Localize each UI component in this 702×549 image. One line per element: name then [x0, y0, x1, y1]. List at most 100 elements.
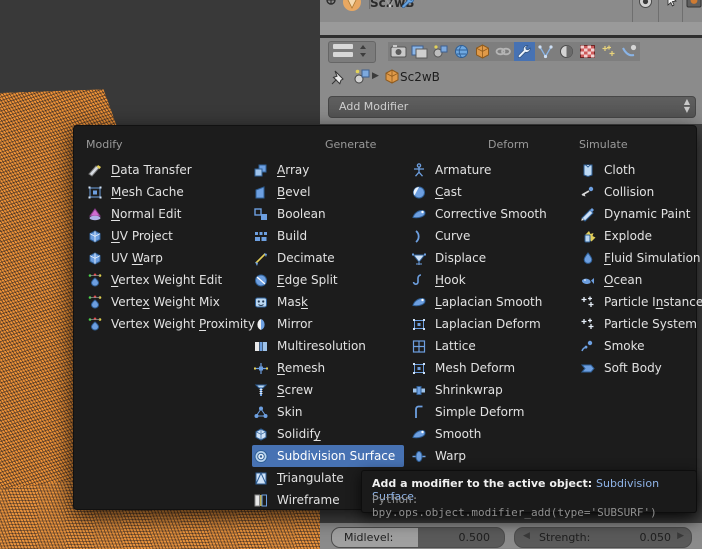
add-modifier-menu[interactable]: Modify Generate Deform Simulate Data Tra… [73, 125, 702, 510]
menu-item-particle-system[interactable]: Particle System [579, 313, 697, 335]
menu-item-build[interactable]: Build [252, 225, 404, 247]
menu-item-laplacian-deform[interactable]: Laplacian Deform [410, 313, 582, 335]
menu-item-remesh[interactable]: Remesh [252, 357, 404, 379]
menu-item-simple-deform[interactable]: Simple Deform [410, 401, 582, 423]
menu-item-label: Array [277, 163, 310, 177]
menu-item-ocean[interactable]: Ocean [579, 269, 695, 291]
menu-item-vertex-weight-proximity[interactable]: Vertex Weight Proximity [86, 313, 255, 335]
menu-item-edge-split[interactable]: Edge Split [252, 269, 404, 291]
strength-field[interactable]: ◀ Strength: 0.050 ▶ [514, 527, 692, 548]
tab-constraints[interactable] [493, 42, 514, 61]
menu-item-uv-warp[interactable]: UV Warp [86, 247, 246, 269]
wrench-icon[interactable] [400, 0, 418, 12]
menu-item-mirror[interactable]: Mirror [252, 313, 404, 335]
menu-item-curve[interactable]: Curve [410, 225, 582, 247]
menu-item-armature[interactable]: Armature [410, 159, 582, 181]
menu-item-label: Armature [435, 163, 492, 177]
simple-deform-icon [410, 404, 428, 420]
menu-item-label: Mirror [277, 317, 313, 331]
menu-item-particle-instance[interactable]: Particle Instance [579, 291, 702, 313]
pin-icon[interactable] [328, 68, 348, 88]
tab-modifiers[interactable] [514, 42, 535, 61]
midlevel-field[interactable]: Midlevel: 0.500 [331, 527, 505, 548]
menu-item-label: Smooth [435, 427, 482, 441]
visibility-eye-icon[interactable] [637, 0, 655, 11]
menu-item-multiresolution[interactable]: Multiresolution [252, 335, 404, 357]
breadcrumb-chevron-icon: ▶ [372, 71, 379, 81]
normal-edit-icon [86, 206, 104, 222]
breadcrumb-object-name: Sc2wB [400, 70, 440, 84]
tab-world[interactable] [451, 42, 472, 61]
menu-item-label: Decimate [277, 251, 335, 265]
menu-item-label: Vertex Weight Mix [111, 295, 220, 309]
remesh-icon [252, 360, 270, 376]
menu-item-corrective-smooth[interactable]: Corrective Smooth [410, 203, 582, 225]
properties-header-row [320, 38, 702, 64]
menu-item-data-transfer[interactable]: Data Transfer [86, 159, 246, 181]
menu-item-fluid-simulation[interactable]: Fluid Simulation [579, 247, 701, 269]
menu-item-lattice[interactable]: Lattice [410, 335, 582, 357]
cloth-icon [579, 162, 597, 178]
menu-item-smoke[interactable]: Smoke [579, 335, 695, 357]
cursor-arrow-icon[interactable] [664, 0, 682, 11]
menu-item-collision[interactable]: Collision [579, 181, 695, 203]
menu-item-uv-project[interactable]: UV Project [86, 225, 246, 247]
scene-breadcrumb-icon[interactable] [353, 68, 371, 86]
menu-item-solidify[interactable]: Solidify [252, 423, 404, 445]
menu-item-label: UV Warp [111, 251, 163, 265]
menu-item-label: Screw [277, 383, 314, 397]
menu-item-displace[interactable]: Displace [410, 247, 582, 269]
menu-item-soft-body[interactable]: Soft Body [579, 357, 695, 379]
menu-item-normal-edit[interactable]: Normal Edit [86, 203, 246, 225]
tab-scene[interactable] [430, 42, 451, 61]
menu-item-dynamic-paint[interactable]: Dynamic Paint [579, 203, 695, 225]
menu-item-skin[interactable]: Skin [252, 401, 404, 423]
menu-item-decimate[interactable]: Decimate [252, 247, 404, 269]
menu-item-boolean[interactable]: Boolean [252, 203, 404, 225]
add-modifier-dropdown[interactable]: Add Modifier ▲ ▼ [328, 96, 696, 118]
menu-item-bevel[interactable]: Bevel [252, 181, 404, 203]
menu-item-vertex-weight-mix[interactable]: Vertex Weight Mix [86, 291, 246, 313]
menu-item-subdivision-surface[interactable]: Subdivision Surface [252, 445, 404, 467]
menu-item-mesh-deform[interactable]: Mesh Deform [410, 357, 582, 379]
menu-item-mesh-cache[interactable]: Mesh Cache [86, 181, 246, 203]
tab-particles[interactable] [598, 42, 619, 61]
particle-system-icon [579, 316, 597, 332]
menu-item-cast[interactable]: Cast [410, 181, 582, 203]
menu-item-hook[interactable]: Hook [410, 269, 582, 291]
menu-item-label: UV Project [111, 229, 173, 243]
menu-item-vertex-weight-edit[interactable]: Vertex Weight Edit [86, 269, 246, 291]
menu-item-cloth[interactable]: Cloth [579, 159, 695, 181]
add-modifier-row: Add Modifier ▲ ▼ [320, 92, 702, 126]
tab-object[interactable] [472, 42, 493, 61]
menu-item-explode[interactable]: Explode [579, 225, 695, 247]
tab-render-layers[interactable] [409, 42, 430, 61]
explode-icon [579, 228, 597, 244]
cast-icon [410, 184, 428, 200]
menu-item-label: Ocean [604, 273, 643, 287]
tab-texture[interactable] [577, 42, 598, 61]
editor-type-selector[interactable] [328, 41, 376, 63]
menu-item-shrinkwrap[interactable]: Shrinkwrap [410, 379, 582, 401]
strength-increment-arrow[interactable]: ▶ [677, 531, 684, 541]
tab-physics[interactable] [619, 42, 640, 61]
menu-item-warp[interactable]: Warp [410, 445, 582, 467]
dropdown-arrows-icon: ▲ ▼ [683, 97, 690, 114]
menu-item-array[interactable]: Array [252, 159, 404, 181]
menu-item-screw[interactable]: Screw [252, 379, 404, 401]
menu-item-smooth[interactable]: Smooth [410, 423, 582, 445]
tab-data[interactable] [535, 42, 556, 61]
ocean-icon [579, 272, 597, 288]
tab-render[interactable] [388, 42, 409, 61]
tab-material[interactable] [556, 42, 577, 61]
tooltip: Add a modifier to the active object: Sub… [361, 470, 697, 519]
menu-item-laplacian-smooth[interactable]: Laplacian Smooth [410, 291, 582, 313]
menu-item-mask[interactable]: Mask [252, 291, 404, 313]
edge-split-icon [252, 272, 270, 288]
render-window-icon[interactable] [686, 0, 702, 11]
menu-item-label: Dynamic Paint [604, 207, 691, 221]
build-icon [252, 228, 270, 244]
strength-decrement-arrow[interactable]: ◀ [523, 531, 530, 541]
mesh-triangle-icon[interactable] [382, 0, 400, 12]
particle-instance-icon [579, 294, 597, 310]
